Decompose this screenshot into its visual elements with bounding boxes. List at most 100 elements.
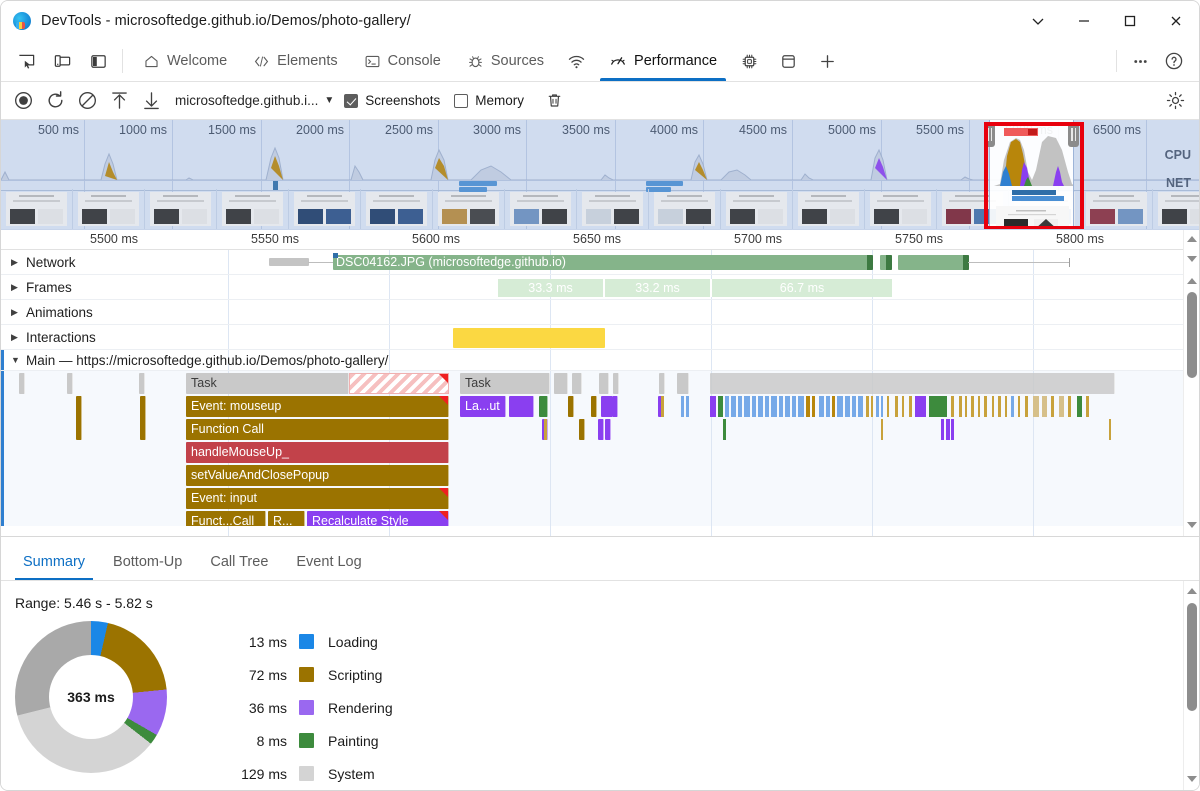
tab-more-panels[interactable] (808, 41, 847, 81)
legend-row[interactable]: 129 msSystem (237, 757, 393, 790)
tab-memory[interactable] (730, 41, 769, 81)
selection-right-handle[interactable] (1068, 122, 1079, 147)
track-label-interactions[interactable]: ▶ Interactions (1, 330, 96, 345)
scroll-up-arrow-2[interactable] (1184, 274, 1199, 288)
overview-selection-window[interactable] (989, 120, 1074, 229)
timeline-overview[interactable]: 500 ms1000 ms1500 ms2000 ms2500 ms3000 m… (1, 120, 1199, 230)
right-divider (1116, 50, 1117, 72)
chevron-right-icon: ▶ (11, 307, 20, 318)
gear-icon[interactable] (1159, 87, 1191, 115)
network-request-bar-2[interactable] (880, 255, 892, 270)
save-profile-button[interactable] (135, 87, 167, 115)
flame-bar-event-input[interactable]: Event: input (186, 488, 449, 509)
chevron-down-icon[interactable] (1015, 1, 1061, 41)
legend-row[interactable]: 72 msScripting (237, 658, 393, 691)
flame-bar-task-5[interactable] (599, 373, 609, 394)
load-profile-button[interactable] (103, 87, 135, 115)
memory-checkbox[interactable]: Memory (454, 93, 524, 108)
flame-bar-task-6[interactable] (613, 373, 619, 394)
screenshots-checkbox[interactable]: Screenshots (344, 93, 440, 108)
inspect-element-icon[interactable] (9, 46, 43, 76)
frame-bar[interactable]: 33.3 ms (498, 279, 605, 297)
dock-side-icon[interactable] (81, 46, 115, 76)
tab-console[interactable]: Console (351, 41, 454, 81)
flame-bar-task[interactable]: Task (186, 373, 349, 394)
tab-application[interactable] (769, 41, 808, 81)
flame-bar-set-value-and-close-popup[interactable]: setValueAndClosePopup (186, 465, 449, 486)
tab-bottom-up[interactable]: Bottom-Up (99, 543, 196, 580)
flame-sliver[interactable] (19, 373, 25, 394)
scroll-down-arrow-2[interactable] (1184, 518, 1199, 532)
clear-button[interactable] (71, 87, 103, 115)
frame-bar[interactable]: 66.7 ms (712, 279, 894, 297)
legend-row[interactable]: 13 msLoading (237, 625, 393, 658)
flame-bar-function-call-2[interactable]: Funct...Call (186, 511, 266, 526)
flame-bar-task-4[interactable] (572, 373, 582, 394)
record-button[interactable] (7, 87, 39, 115)
frame-bar[interactable]: 33.2 ms (605, 279, 712, 297)
selection-left-handle[interactable] (984, 122, 995, 147)
scroll-up-arrow[interactable] (1184, 584, 1199, 598)
device-emulation-icon[interactable] (45, 46, 79, 76)
minimize-icon[interactable] (1061, 1, 1107, 41)
tab-call-tree[interactable]: Call Tree (196, 543, 282, 580)
main-thread-flame-chart[interactable]: Task Task Event: mouseup La...ut (1, 371, 1183, 526)
checkbox-checked-icon[interactable] (344, 94, 358, 108)
scrollbar-thumb[interactable] (1187, 292, 1197, 378)
help-icon[interactable] (1157, 46, 1191, 76)
track-row-network[interactable]: DSC04162.JPG (microsoftedge.github.io) ▶… (1, 250, 1183, 275)
range-label: Range: 5.46 s - 5.82 s (1, 581, 1199, 611)
summary-vertical-scrollbar[interactable] (1183, 581, 1199, 790)
chevron-down-icon[interactable]: ▼ (324, 95, 334, 106)
track-row-frames[interactable]: 33.3 ms 33.2 ms 66.7 ms ▶ Frames (1, 275, 1183, 300)
close-icon[interactable] (1153, 1, 1199, 41)
tab-summary[interactable]: Summary (9, 543, 99, 580)
home-icon (143, 53, 160, 70)
tab-console-label: Console (388, 53, 441, 69)
flame-bar-task-2[interactable]: Task (460, 373, 550, 394)
scroll-up-arrow[interactable] (1184, 232, 1199, 246)
flame-bar-task-3[interactable] (554, 373, 568, 394)
legend-row[interactable]: 8 msPainting (237, 724, 393, 757)
network-request-bar[interactable]: DSC04162.JPG (microsoftedge.github.io) (333, 255, 873, 270)
track-label-network[interactable]: ▶ Network (1, 255, 76, 270)
delete-icon[interactable] (538, 87, 570, 115)
reload-and-record-button[interactable] (39, 87, 71, 115)
tab-elements[interactable]: Elements (240, 41, 350, 81)
checkbox-unchecked-icon[interactable] (454, 94, 468, 108)
flame-bar-recalc-short[interactable]: R... (268, 511, 305, 526)
track-label-animations[interactable]: ▶ Animations (1, 305, 93, 320)
track-label-main[interactable]: ▼ Main — https://microsoftedge.github.io… (1, 350, 1183, 371)
legend-row[interactable]: 36 msRendering (237, 691, 393, 724)
recorded-url-label: microsoftedge.github.i... (175, 93, 318, 108)
track-row-animations[interactable]: ▶ Animations (1, 300, 1183, 325)
interaction-bar[interactable] (453, 328, 605, 348)
tab-list: Welcome Elements Console Sources Perform… (130, 41, 847, 81)
flame-bar-label: Recalculate Style (312, 514, 409, 526)
flame-bar-task-cluster[interactable] (710, 373, 1115, 394)
flame-bar-recalculate-style[interactable]: Recalculate Style (307, 511, 449, 526)
network-request-bar-3[interactable] (898, 255, 969, 270)
flame-vertical-scrollbar[interactable] (1183, 230, 1199, 536)
flame-dense-cluster[interactable] (1, 393, 1183, 465)
tab-network[interactable] (557, 41, 596, 81)
flame-bar-task-8[interactable] (677, 373, 689, 394)
scrollbar-thumb[interactable] (1187, 603, 1197, 711)
flame-bar-long-task-hatch[interactable] (349, 373, 449, 394)
tab-welcome[interactable]: Welcome (130, 41, 240, 81)
tab-sources[interactable]: Sources (454, 41, 557, 81)
track-row-interactions[interactable]: ▶ Interactions (1, 325, 1183, 350)
request-queued-bar (269, 258, 309, 266)
tab-performance[interactable]: Performance (596, 41, 730, 81)
tab-event-log[interactable]: Event Log (282, 543, 375, 580)
flame-sliver[interactable] (67, 373, 73, 394)
more-tools-icon[interactable] (1123, 46, 1157, 76)
track-label-frames[interactable]: ▶ Frames (1, 280, 72, 295)
memory-chip-icon (740, 52, 759, 71)
scroll-down-arrow[interactable] (1184, 772, 1199, 786)
activity-donut-chart[interactable]: 363 ms (15, 621, 167, 773)
scroll-down-arrow[interactable] (1184, 252, 1199, 266)
flame-sliver[interactable] (139, 373, 145, 394)
maximize-icon[interactable] (1107, 1, 1153, 41)
flame-bar-task-7[interactable] (659, 373, 665, 394)
